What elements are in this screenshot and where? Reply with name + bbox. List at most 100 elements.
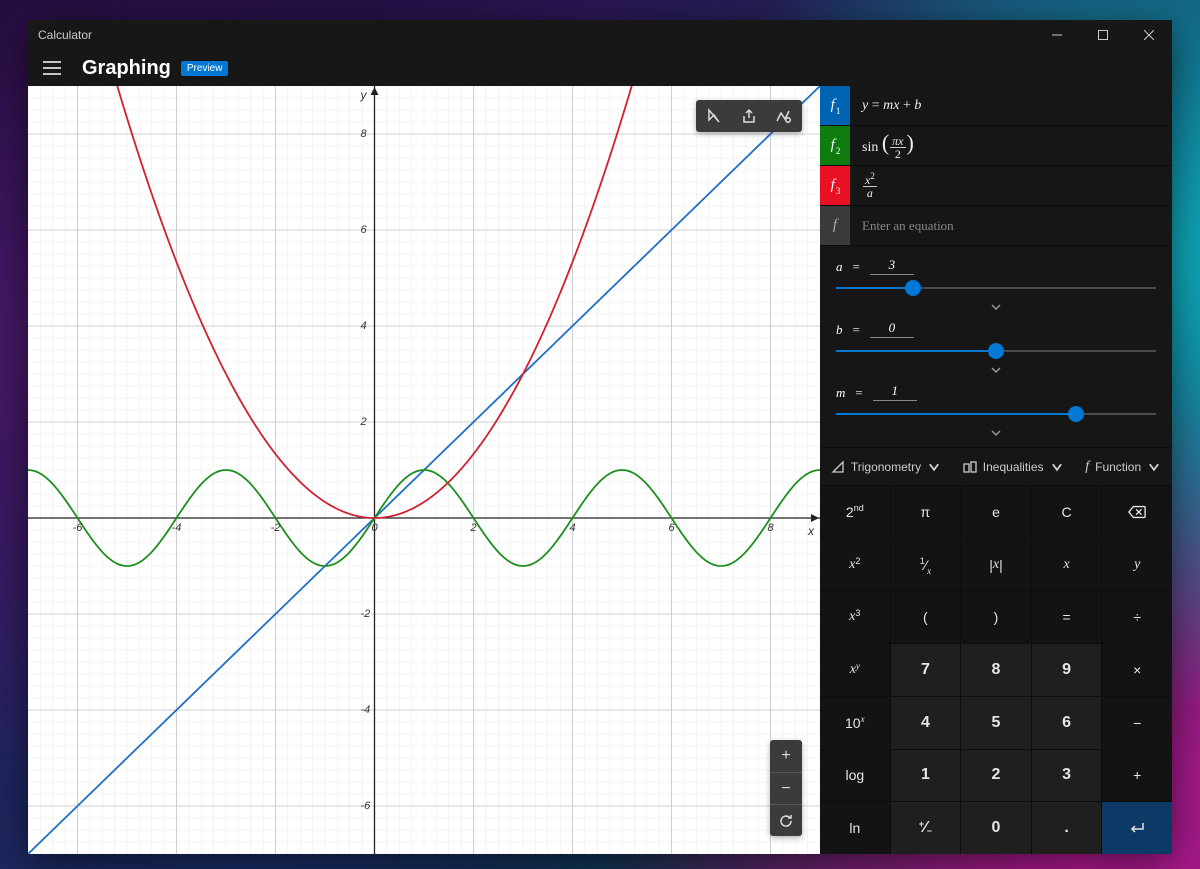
- variable-b: b=: [836, 319, 1156, 378]
- key-2nd[interactable]: 2nd: [820, 486, 890, 538]
- key-x[interactable]: xy: [820, 644, 890, 696]
- y-tick: 4: [361, 320, 367, 332]
- x-tick: -6: [73, 522, 83, 534]
- key-5[interactable]: 5: [961, 697, 1031, 749]
- key-2[interactable]: 2: [961, 750, 1031, 802]
- variable-name: m: [836, 385, 845, 401]
- menu-button[interactable]: [32, 50, 72, 86]
- minimize-button[interactable]: [1034, 20, 1080, 50]
- share-icon[interactable]: [732, 102, 766, 130]
- equation-text-2[interactable]: sin (πx2): [850, 126, 1172, 165]
- key-[interactable]: ×: [1102, 644, 1172, 696]
- y-tick: -6: [361, 800, 371, 812]
- key-7[interactable]: 7: [891, 644, 961, 696]
- key-6[interactable]: 6: [1032, 697, 1102, 749]
- key-[interactable]: ): [961, 591, 1031, 643]
- trace-tool-icon[interactable]: [698, 102, 732, 130]
- equation-badge-new: f: [820, 206, 850, 245]
- keypad: 2ndπeCx21⁄x|x|xyx3()=÷xy789×10x456−log12…: [820, 486, 1172, 854]
- variable-b-expand[interactable]: [836, 364, 1156, 376]
- variable-a: a=: [836, 256, 1156, 315]
- side-panel: f1 y = mx + b f2 sin (πx2) f: [820, 86, 1172, 854]
- key-x[interactable]: x2: [820, 539, 890, 591]
- key-log[interactable]: log: [820, 750, 890, 802]
- variable-m: m=: [836, 382, 1156, 441]
- key-1[interactable]: 1: [891, 750, 961, 802]
- variable-a-expand[interactable]: [836, 301, 1156, 313]
- category-inequalities[interactable]: Inequalities: [959, 460, 1068, 474]
- variable-name: a: [836, 259, 843, 275]
- key-x[interactable]: x3: [820, 591, 890, 643]
- equation-row-3[interactable]: f3 x2a: [820, 166, 1172, 206]
- key-x[interactable]: x: [1032, 539, 1102, 591]
- y-tick: 6: [361, 224, 367, 236]
- x-tick: 6: [668, 522, 674, 534]
- equation-text-3[interactable]: x2a: [850, 166, 1172, 205]
- equation-badge-3: f3: [820, 166, 850, 205]
- equation-badge-2: f2: [820, 126, 850, 165]
- graph-canvas: [28, 86, 820, 854]
- x-axis-label: x: [808, 524, 814, 538]
- key-[interactable]: (: [891, 591, 961, 643]
- variable-a-slider[interactable]: [836, 279, 1156, 297]
- variables-panel: a=b=m=: [820, 246, 1172, 448]
- key-x[interactable]: 1⁄x: [891, 539, 961, 591]
- key-[interactable]: .: [1032, 802, 1102, 854]
- graph-settings-icon[interactable]: [766, 102, 800, 130]
- variable-m-expand[interactable]: [836, 427, 1156, 439]
- equation-placeholder[interactable]: Enter an equation: [850, 206, 1172, 245]
- variable-a-input[interactable]: [870, 256, 914, 275]
- key-[interactable]: [1102, 486, 1172, 538]
- keypad-categories: Trigonometry Inequalities f Function: [820, 448, 1172, 486]
- y-tick: 2: [361, 416, 367, 428]
- equation-row-new[interactable]: f Enter an equation: [820, 206, 1172, 246]
- key-0[interactable]: 0: [961, 802, 1031, 854]
- category-function[interactable]: f Function: [1081, 459, 1165, 475]
- equation-text-1[interactable]: y = mx + b: [850, 86, 1172, 125]
- key-4[interactable]: 4: [891, 697, 961, 749]
- variable-b-slider[interactable]: [836, 342, 1156, 360]
- equation-row-2[interactable]: f2 sin (πx2): [820, 126, 1172, 166]
- key-[interactable]: +: [1102, 750, 1172, 802]
- zoom-reset-button[interactable]: [770, 804, 802, 836]
- variable-b-input[interactable]: [870, 319, 914, 338]
- mode-title: Graphing: [82, 57, 171, 80]
- key-x[interactable]: |x|: [961, 539, 1031, 591]
- x-tick: 0: [371, 522, 377, 534]
- graph-pane[interactable]: + − -6-4-202468-6-4-22468xy: [28, 86, 820, 854]
- key-3[interactable]: 3: [1032, 750, 1102, 802]
- zoom-in-button[interactable]: +: [770, 740, 802, 772]
- preview-badge: Preview: [181, 61, 229, 76]
- key-8[interactable]: 8: [961, 644, 1031, 696]
- y-axis-label: y: [361, 88, 367, 102]
- key-[interactable]: ÷: [1102, 591, 1172, 643]
- key-9[interactable]: 9: [1032, 644, 1102, 696]
- equation-list: f1 y = mx + b f2 sin (πx2) f: [820, 86, 1172, 246]
- key-y[interactable]: y: [1102, 539, 1172, 591]
- key-[interactable]: π: [891, 486, 961, 538]
- variable-m-input[interactable]: [873, 382, 917, 401]
- x-tick: -4: [172, 522, 182, 534]
- key-[interactable]: +⁄−: [891, 802, 961, 854]
- graph-toolbar: [696, 100, 802, 132]
- variable-m-slider[interactable]: [836, 405, 1156, 423]
- x-tick: 4: [569, 522, 575, 534]
- key-c[interactable]: C: [1032, 486, 1102, 538]
- key-[interactable]: −: [1102, 697, 1172, 749]
- app-header: Graphing Preview: [28, 50, 1172, 86]
- x-tick: 8: [767, 522, 773, 534]
- key-10[interactable]: 10x: [820, 697, 890, 749]
- close-button[interactable]: [1126, 20, 1172, 50]
- key-[interactable]: [1102, 802, 1172, 854]
- category-trigonometry[interactable]: Trigonometry: [827, 460, 945, 474]
- zoom-out-button[interactable]: −: [770, 772, 802, 804]
- equation-row-1[interactable]: f1 y = mx + b: [820, 86, 1172, 126]
- y-tick: 8: [361, 128, 367, 140]
- titlebar[interactable]: Calculator: [28, 20, 1172, 50]
- key-e[interactable]: e: [961, 486, 1031, 538]
- x-tick: -2: [271, 522, 281, 534]
- key-[interactable]: =: [1032, 591, 1102, 643]
- equation-badge-1: f1: [820, 86, 850, 125]
- key-ln[interactable]: ln: [820, 802, 890, 854]
- maximize-button[interactable]: [1080, 20, 1126, 50]
